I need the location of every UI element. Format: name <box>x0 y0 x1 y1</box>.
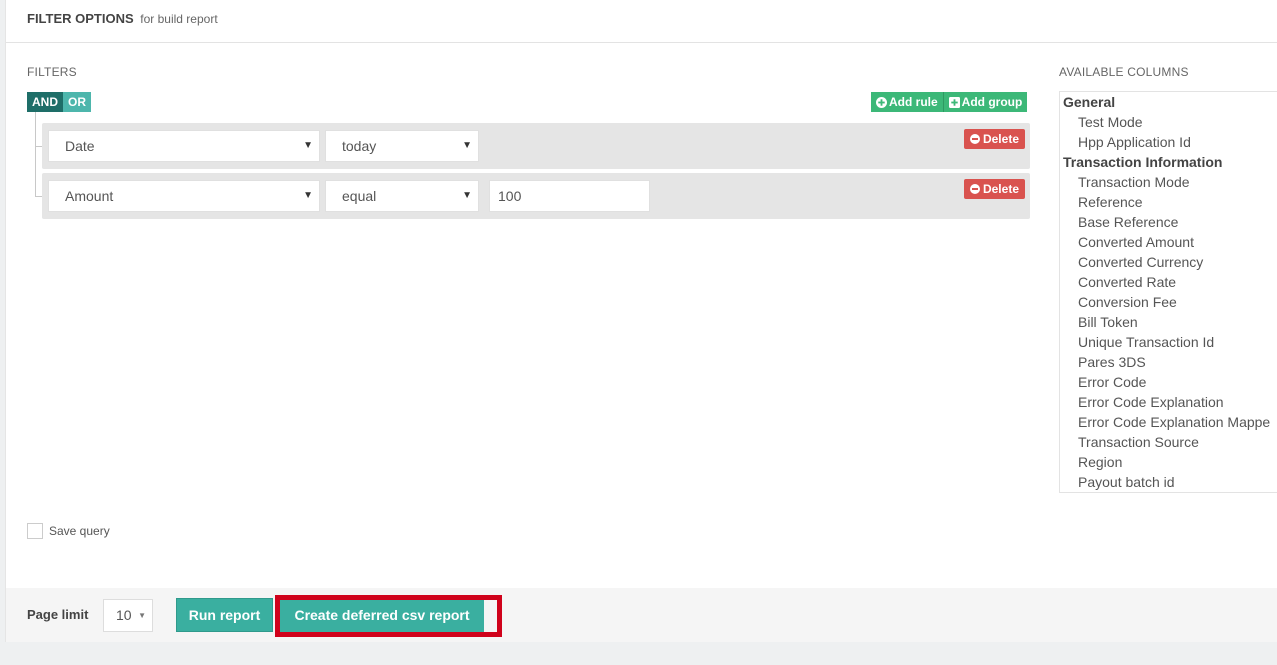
page-limit-value: 10 <box>116 607 132 623</box>
plus-square-icon <box>948 96 960 108</box>
save-query-label: Save query <box>49 524 110 538</box>
column-item[interactable]: Conversion Fee <box>1060 292 1277 312</box>
plus-circle-icon <box>876 96 887 108</box>
column-item[interactable]: Transaction Mode <box>1060 172 1277 192</box>
panel-footer: Page limit 10 ▼ Run report Create deferr… <box>6 588 1277 642</box>
column-item[interactable]: Bill Token <box>1060 312 1277 332</box>
panel-header: FILTER OPTIONS for build report <box>6 0 1277 43</box>
caret-down-icon: ▼ <box>303 190 313 201</box>
column-item[interactable]: Base Reference <box>1060 212 1277 232</box>
rule-operator-select[interactable]: equal ▼ <box>325 180 479 212</box>
condition-toggle: AND OR <box>27 92 91 112</box>
save-query-row: Save query <box>27 523 110 539</box>
condition-and-button[interactable]: AND <box>27 92 63 112</box>
page-limit-select[interactable]: 10 ▼ <box>103 599 153 632</box>
page-limit-label: Page limit <box>27 607 89 622</box>
delete-label: Delete <box>982 132 1019 146</box>
filter-rule: Date ▼ today ▼ Delete <box>42 123 1030 169</box>
add-rule-button[interactable]: Add rule <box>871 92 943 112</box>
caret-down-icon: ▼ <box>303 140 313 151</box>
column-item[interactable]: Hpp Application Id <box>1060 132 1277 152</box>
save-query-checkbox[interactable] <box>27 523 43 539</box>
filter-options-panel: FILTER OPTIONS for build report FILTERS … <box>5 0 1277 642</box>
available-columns-label: AVAILABLE COLUMNS <box>1059 65 1189 79</box>
add-group-button[interactable]: Add group <box>942 92 1028 112</box>
column-group-header: Transaction Information <box>1063 154 1223 170</box>
highlight-box <box>275 595 502 637</box>
rule-field-value: Date <box>65 138 95 154</box>
caret-down-icon: ▼ <box>462 190 472 201</box>
column-item[interactable]: Region <box>1060 452 1277 472</box>
available-columns-list[interactable]: General Test Mode Hpp Application Id Tra… <box>1059 91 1277 493</box>
delete-rule-button[interactable]: Delete <box>963 129 1025 149</box>
column-item[interactable]: Test Mode <box>1060 112 1277 132</box>
column-item[interactable]: Error Code <box>1060 372 1277 392</box>
page-title-text: FILTER OPTIONS <box>27 11 134 26</box>
rule-operator-select[interactable]: today ▼ <box>325 130 479 162</box>
rule-operator-value: today <box>342 138 377 154</box>
run-report-button[interactable]: Run report <box>176 598 273 632</box>
column-item[interactable]: Reference <box>1060 192 1277 212</box>
column-item[interactable]: Unique Transaction Id <box>1060 332 1277 352</box>
filter-rule: Amount ▼ equal ▼ 100 Delete <box>42 173 1030 219</box>
delete-rule-button[interactable]: Delete <box>963 179 1025 199</box>
delete-label: Delete <box>982 182 1019 196</box>
column-item[interactable]: Converted Rate <box>1060 272 1277 292</box>
condition-or-button[interactable]: OR <box>63 92 91 112</box>
add-group-label: Add group <box>961 95 1023 109</box>
rule-field-select[interactable]: Date ▼ <box>48 130 320 162</box>
column-item[interactable]: Converted Currency <box>1060 252 1277 272</box>
column-group-header: General <box>1063 94 1116 110</box>
tree-connector <box>35 112 36 196</box>
rule-field-select[interactable]: Amount ▼ <box>48 180 320 212</box>
column-item[interactable]: Pares 3DS <box>1060 352 1277 372</box>
minus-circle-icon <box>969 184 980 194</box>
column-item[interactable]: Error Code Explanation Mappe <box>1060 412 1277 432</box>
column-item[interactable]: Payout batch id <box>1060 472 1277 492</box>
caret-down-icon: ▼ <box>138 611 146 620</box>
rule-operator-value: equal <box>342 188 377 204</box>
column-item[interactable]: Error Code Explanation <box>1060 392 1277 412</box>
filters-label: FILTERS <box>27 65 77 79</box>
caret-down-icon: ▼ <box>462 140 472 151</box>
rule-field-value: Amount <box>65 188 114 204</box>
column-item[interactable]: Transaction Source <box>1060 432 1277 452</box>
rule-value-input[interactable]: 100 <box>489 180 650 212</box>
add-buttons-group: Add rule Add group <box>871 92 1028 112</box>
page-title: FILTER OPTIONS for build report <box>27 11 218 26</box>
minus-circle-icon <box>969 134 980 144</box>
page-subtitle: for build report <box>140 12 218 26</box>
column-item[interactable]: Converted Amount <box>1060 232 1277 252</box>
add-rule-label: Add rule <box>889 95 938 109</box>
